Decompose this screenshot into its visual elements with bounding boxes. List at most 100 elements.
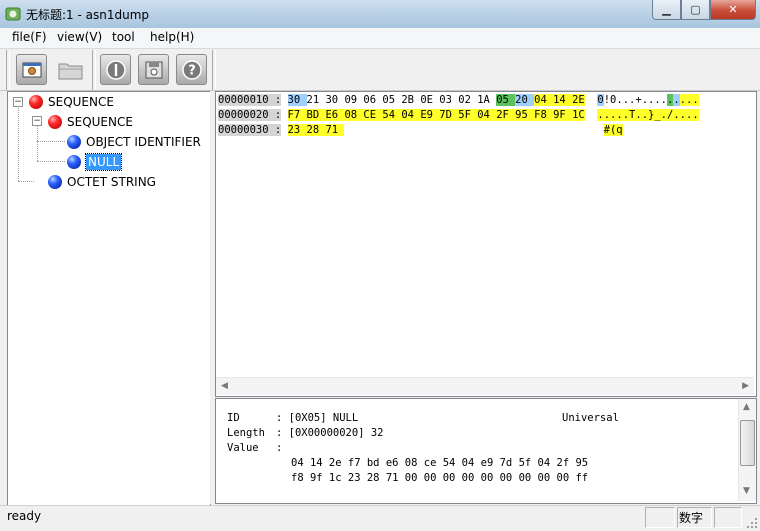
- tree-line: [37, 141, 65, 142]
- tree-node-label: OCTET STRING: [67, 175, 156, 189]
- asn1-tree: − − SEQUENCE SEQUENCE OBJECT IDENTIFIER …: [7, 91, 211, 506]
- scroll-up-icon[interactable]: ▲: [743, 402, 750, 412]
- scroll-thumb[interactable]: [740, 420, 755, 466]
- tree-expander[interactable]: −: [13, 97, 23, 107]
- id-value: : [0X05] NULL: [276, 412, 359, 424]
- save-button[interactable]: [138, 54, 169, 85]
- hex-byte[interactable]: 04: [401, 109, 421, 121]
- hex-byte[interactable]: 03: [439, 94, 458, 106]
- hex-byte[interactable]: 2F: [496, 109, 516, 121]
- folder-icon: [58, 63, 82, 79]
- tree-node-label-selected: NULL: [84, 153, 123, 171]
- toolbar-separator-end: [212, 50, 216, 90]
- length-label: Length: [227, 427, 265, 439]
- stop-button[interactable]: [100, 54, 131, 85]
- ascii-char[interactable]: .: [692, 94, 699, 106]
- hex-byte[interactable]: 71: [325, 124, 345, 136]
- hex-byte[interactable]: 0E: [420, 94, 439, 106]
- stop-icon: [105, 59, 126, 80]
- hex-byte[interactable]: F7: [287, 109, 307, 121]
- scroll-left-icon[interactable]: ◀: [221, 381, 228, 391]
- maximize-button[interactable]: ▢: [681, 0, 710, 20]
- hex-byte[interactable]: 08: [344, 109, 364, 121]
- menu-bar: file(F) view(V) tool help(H): [0, 28, 760, 49]
- hex-byte[interactable]: 04: [477, 109, 497, 121]
- menu-file[interactable]: file(F): [12, 30, 47, 44]
- hex-byte[interactable]: 2B: [401, 94, 420, 106]
- open-document-icon: [22, 62, 41, 77]
- open-folder-button[interactable]: [55, 54, 86, 85]
- menu-view[interactable]: view(V): [57, 30, 102, 44]
- tree-node-label: SEQUENCE: [67, 115, 133, 129]
- value-label: Value: [227, 442, 259, 454]
- app-window: 无标题:1 - asn1dump ▁ ▢ ✕ file(F) view(V) t…: [0, 0, 760, 531]
- hex-byte[interactable]: 30: [287, 94, 307, 106]
- hex-byte[interactable]: 05: [496, 94, 516, 106]
- tree-node-object-identifier[interactable]: OBJECT IDENTIFIER: [67, 133, 201, 151]
- hex-byte[interactable]: CE: [363, 109, 383, 121]
- help-button[interactable]: ?: [176, 54, 207, 85]
- hex-byte[interactable]: 1A: [477, 94, 496, 106]
- maximize-icon: ▢: [690, 3, 701, 16]
- hex-byte[interactable]: F8: [534, 109, 554, 121]
- hex-byte[interactable]: 1C: [572, 109, 585, 121]
- close-button[interactable]: ✕: [710, 0, 756, 20]
- hex-byte[interactable]: 95: [515, 109, 535, 121]
- tree-expander[interactable]: −: [32, 116, 42, 126]
- tree-node-sequence-root[interactable]: SEQUENCE: [29, 93, 114, 111]
- status-text: ready: [7, 509, 42, 523]
- status-panel-numlock: 数字: [677, 507, 712, 528]
- hex-byte[interactable]: 06: [363, 94, 382, 106]
- title-bar[interactable]: 无标题:1 - asn1dump ▁ ▢ ✕: [0, 0, 760, 29]
- hex-row: 00000020 : F7 BD E6 08 CE 54 04 E9 7D 5F…: [218, 109, 699, 123]
- tree-line: [37, 161, 65, 162]
- open-document-button[interactable]: [16, 54, 47, 85]
- save-icon: [145, 61, 162, 78]
- tree-node-null[interactable]: NULL: [67, 153, 123, 171]
- hex-byte[interactable]: 20: [515, 94, 535, 106]
- tree-node-octet-string[interactable]: OCTET STRING: [48, 173, 156, 191]
- hex-byte[interactable]: 5F: [458, 109, 478, 121]
- hex-byte[interactable]: 28: [306, 124, 326, 136]
- hex-byte[interactable]: 14: [553, 94, 573, 106]
- hex-byte[interactable]: 9F: [553, 109, 573, 121]
- sequence-node-icon: [48, 115, 62, 129]
- tag-class: Universal: [562, 412, 619, 424]
- hex-view[interactable]: 00000010 : 30 21 30 09 06 05 2B 0E 03 02…: [215, 91, 757, 397]
- hex-row: 00000030 : 23 28 71 #(q: [218, 124, 623, 138]
- hex-byte[interactable]: 30: [325, 94, 344, 106]
- scroll-down-icon[interactable]: ▼: [743, 486, 750, 496]
- hex-byte[interactable]: 7D: [439, 109, 459, 121]
- ascii-char[interactable]: .: [692, 109, 699, 121]
- scroll-right-icon[interactable]: ▶: [742, 381, 749, 391]
- hex-byte[interactable]: 02: [458, 94, 477, 106]
- tree-line: [18, 105, 19, 181]
- resize-grip-icon[interactable]: [746, 517, 758, 529]
- caption-buttons: ▁ ▢ ✕: [652, 0, 756, 20]
- hex-byte[interactable]: E6: [325, 109, 345, 121]
- hex-address: 00000010 :: [218, 94, 282, 106]
- hex-byte[interactable]: 54: [382, 109, 402, 121]
- hex-byte[interactable]: E9: [420, 109, 440, 121]
- hex-byte[interactable]: BD: [306, 109, 326, 121]
- hex-byte[interactable]: 2E: [572, 94, 585, 106]
- close-icon: ✕: [728, 3, 738, 16]
- minimize-button[interactable]: ▁: [652, 0, 681, 20]
- tree-node-sequence[interactable]: SEQUENCE: [48, 113, 133, 131]
- menu-help[interactable]: help(H): [150, 30, 194, 44]
- menu-tool[interactable]: tool: [112, 30, 135, 44]
- numlock-indicator: 数字: [679, 511, 704, 525]
- hex-byte[interactable]: 23: [287, 124, 307, 136]
- hex-address: 00000030 :: [218, 124, 282, 136]
- tree-node-label: OBJECT IDENTIFIER: [86, 135, 201, 149]
- hex-byte[interactable]: 04: [534, 94, 554, 106]
- tree-node-label: SEQUENCE: [48, 95, 114, 109]
- hex-byte[interactable]: 21: [307, 94, 326, 106]
- info-vertical-scrollbar[interactable]: ▲ ▼: [738, 399, 756, 501]
- hex-row: 00000010 : 30 21 30 09 06 05 2B 0E 03 02…: [218, 94, 699, 108]
- hex-byte[interactable]: 05: [382, 94, 401, 106]
- hex-horizontal-scrollbar[interactable]: ◀ ▶: [216, 377, 754, 395]
- value-hex-line-2: f8 9f 1c 23 28 71 00 00 00 00 00 00 00 0…: [291, 472, 589, 484]
- hex-byte[interactable]: 09: [344, 94, 363, 106]
- ascii-char[interactable]: q: [616, 124, 623, 136]
